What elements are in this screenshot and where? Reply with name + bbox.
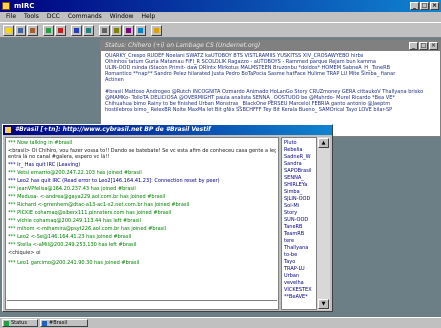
app-title: mIRC xyxy=(14,2,35,10)
nick-item[interactable]: SUN-OOD xyxy=(284,217,316,223)
message-input[interactable] xyxy=(7,300,277,310)
chat-line: *** Stella <-aMil@200.249.253.130 has le… xyxy=(8,242,137,248)
status-close-button[interactable]: × xyxy=(429,42,438,50)
toolbar xyxy=(0,22,441,38)
nick-item[interactable]: Pluto xyxy=(284,140,316,146)
channel-icon xyxy=(42,321,47,326)
nick-item[interactable]: Sandra xyxy=(284,161,316,167)
help-icon xyxy=(154,28,159,33)
nick-item[interactable]: Rebelia xyxy=(284,147,316,153)
help-button[interactable] xyxy=(151,25,162,36)
nick-item[interactable]: Simba_ xyxy=(284,189,316,195)
channel-icon xyxy=(5,127,11,133)
app-titlebar: mIRC _ □ × xyxy=(0,0,441,12)
address-book-button[interactable] xyxy=(27,25,38,36)
status-line: hostilebros bimo_ RelexBR Noite MaxMa le… xyxy=(105,107,393,113)
nick-item[interactable]: Urban xyxy=(284,273,316,279)
nick-item[interactable]: SJLIN-OOD xyxy=(284,196,316,202)
maximize-button[interactable]: □ xyxy=(420,2,429,10)
menu-commands[interactable]: Commands xyxy=(68,12,102,22)
mirc-app-icon[interactable] xyxy=(2,2,10,10)
status-window-titlebar[interactable]: Status: Chihero (+i) on Lambage CS (Unde… xyxy=(101,41,440,51)
tile-button[interactable] xyxy=(99,25,110,36)
nick-item[interactable]: **BeAVE* xyxy=(284,294,316,300)
menu-help[interactable]: Help xyxy=(141,12,155,22)
send-icon xyxy=(74,28,79,33)
close-button[interactable]: × xyxy=(430,2,439,10)
chat-line: *** jeanVPfelisa@164.20.237.43 has joine… xyxy=(8,186,136,192)
cascade-button[interactable] xyxy=(111,25,122,36)
gear-icon xyxy=(18,28,23,33)
minimize-button[interactable]: _ xyxy=(410,2,419,10)
status-maximize-button[interactable]: □ xyxy=(419,42,428,50)
chat-line: *** Vetsi emarrio@200.247.22.103 has joi… xyxy=(8,170,142,176)
nick-item[interactable]: vevelha xyxy=(284,280,316,286)
switchbar-brasil[interactable]: #Brasil xyxy=(40,319,88,327)
nick-item[interactable]: VICKESTEX xyxy=(284,287,316,293)
channel-window-titlebar[interactable]: #Brasil [+tn]: http://www.cybrasil.net B… xyxy=(3,125,332,135)
notify-button[interactable] xyxy=(123,25,134,36)
menu-dcc[interactable]: DCC xyxy=(47,12,60,22)
menu-tools[interactable]: Tools xyxy=(24,12,39,22)
lightning-icon xyxy=(6,28,11,33)
chat-line: *** Leo1 garcimo@200.241.90.30 has joine… xyxy=(8,260,140,266)
nick-item[interactable]: Sol-Mi xyxy=(284,203,316,209)
scroll-down-arrow-icon[interactable]: ▼ xyxy=(318,299,329,309)
nick-item[interactable]: TeamRB xyxy=(284,231,316,237)
switchbar-status[interactable]: Status xyxy=(2,319,38,327)
favorites-button[interactable] xyxy=(55,25,66,36)
channel-window[interactable]: #Brasil [+tn]: http://www.cybrasil.net B… xyxy=(2,124,333,312)
options-button[interactable] xyxy=(15,25,26,36)
nick-item[interactable]: SENNA_ xyxy=(284,175,316,181)
scroll-up-arrow-icon[interactable]: ▲ xyxy=(318,138,329,148)
url-icon xyxy=(138,28,143,33)
nick-list[interactable]: Pluto Rebelia SadneR_W Sandra SAPOBrasil… xyxy=(281,137,317,310)
url-button[interactable] xyxy=(135,25,146,36)
tile-icon xyxy=(102,28,107,33)
cascade-icon xyxy=(114,28,119,33)
nick-item[interactable]: SHIRLEYa xyxy=(284,182,316,188)
nick-item[interactable]: TRAP-LU xyxy=(284,266,316,272)
nick-item[interactable]: to-be xyxy=(284,252,316,258)
nick-item[interactable]: SadneR_W xyxy=(284,154,316,160)
chat-line: *** Medusa- <-andrea@gaya229.aol.com.br … xyxy=(8,194,166,200)
nick-list-scrollbar[interactable]: ▲ ▼ xyxy=(316,137,330,310)
nick-item[interactable]: tere xyxy=(284,238,316,244)
chat-line: *** Leo2 <-Se@146.164.41.23 has joined #… xyxy=(8,234,132,240)
chat-line: *** Now talking in #brasil xyxy=(8,140,73,146)
chat-line: *** mihom <-mihamira@psyt226.aol.com.br … xyxy=(8,226,167,232)
connect-button[interactable] xyxy=(3,25,14,36)
chat-line: *** Leo2 has quit IRC (Read error to Leo… xyxy=(8,178,220,184)
chat-line: <chiquie> oi xyxy=(8,250,41,256)
nick-item[interactable]: SAPOBrasil xyxy=(284,168,316,174)
nick-item[interactable]: Thallyana xyxy=(284,245,316,251)
window-switchbar: Status #Brasil xyxy=(0,317,441,328)
channel-title: #Brasil [+tn]: http://www.cybrasil.net B… xyxy=(15,126,211,133)
nick-item[interactable]: Tayo xyxy=(284,259,316,265)
menu-file[interactable]: File xyxy=(6,12,16,22)
status-window[interactable]: Status: Chihero (+i) on Lambage CS (Unde… xyxy=(100,40,441,137)
chat-line: entra lá no canal #galera, espero vc lá!… xyxy=(8,154,110,160)
chat-icon xyxy=(86,28,91,33)
heart-icon xyxy=(58,28,63,33)
menu-bar: File Tools DCC Commands Window Help xyxy=(0,12,441,22)
chat-line: *** vichie cohamaq@200.249.113.44 has le… xyxy=(8,218,141,224)
notify-icon xyxy=(126,28,131,33)
nick-item[interactable]: Story xyxy=(284,210,316,216)
channels-list-button[interactable] xyxy=(43,25,54,36)
chat-area[interactable]: *** Now talking in #brasil <brasil> Oi C… xyxy=(5,137,279,310)
book-icon xyxy=(30,28,35,33)
chat-line: *** PICKIE cohamaq@siberx111.pinnsters.c… xyxy=(8,210,172,216)
mirc-app: mIRC _ □ × File Tools DCC Commands Windo… xyxy=(0,0,441,328)
status-icon xyxy=(4,321,9,326)
nick-item[interactable]: TaneRB xyxy=(284,224,316,230)
dcc-send-button[interactable] xyxy=(71,25,82,36)
menu-window[interactable]: Window xyxy=(110,12,134,22)
chat-line: *** Ir_ Has quit IRC (Leaving) xyxy=(8,162,81,168)
list-icon xyxy=(46,28,51,33)
status-minimize-button[interactable]: _ xyxy=(409,42,418,50)
dcc-chat-button[interactable] xyxy=(83,25,94,36)
chat-line: *** Richard <-grrenhem@dtac-a13-ac1-s2.n… xyxy=(8,202,190,208)
